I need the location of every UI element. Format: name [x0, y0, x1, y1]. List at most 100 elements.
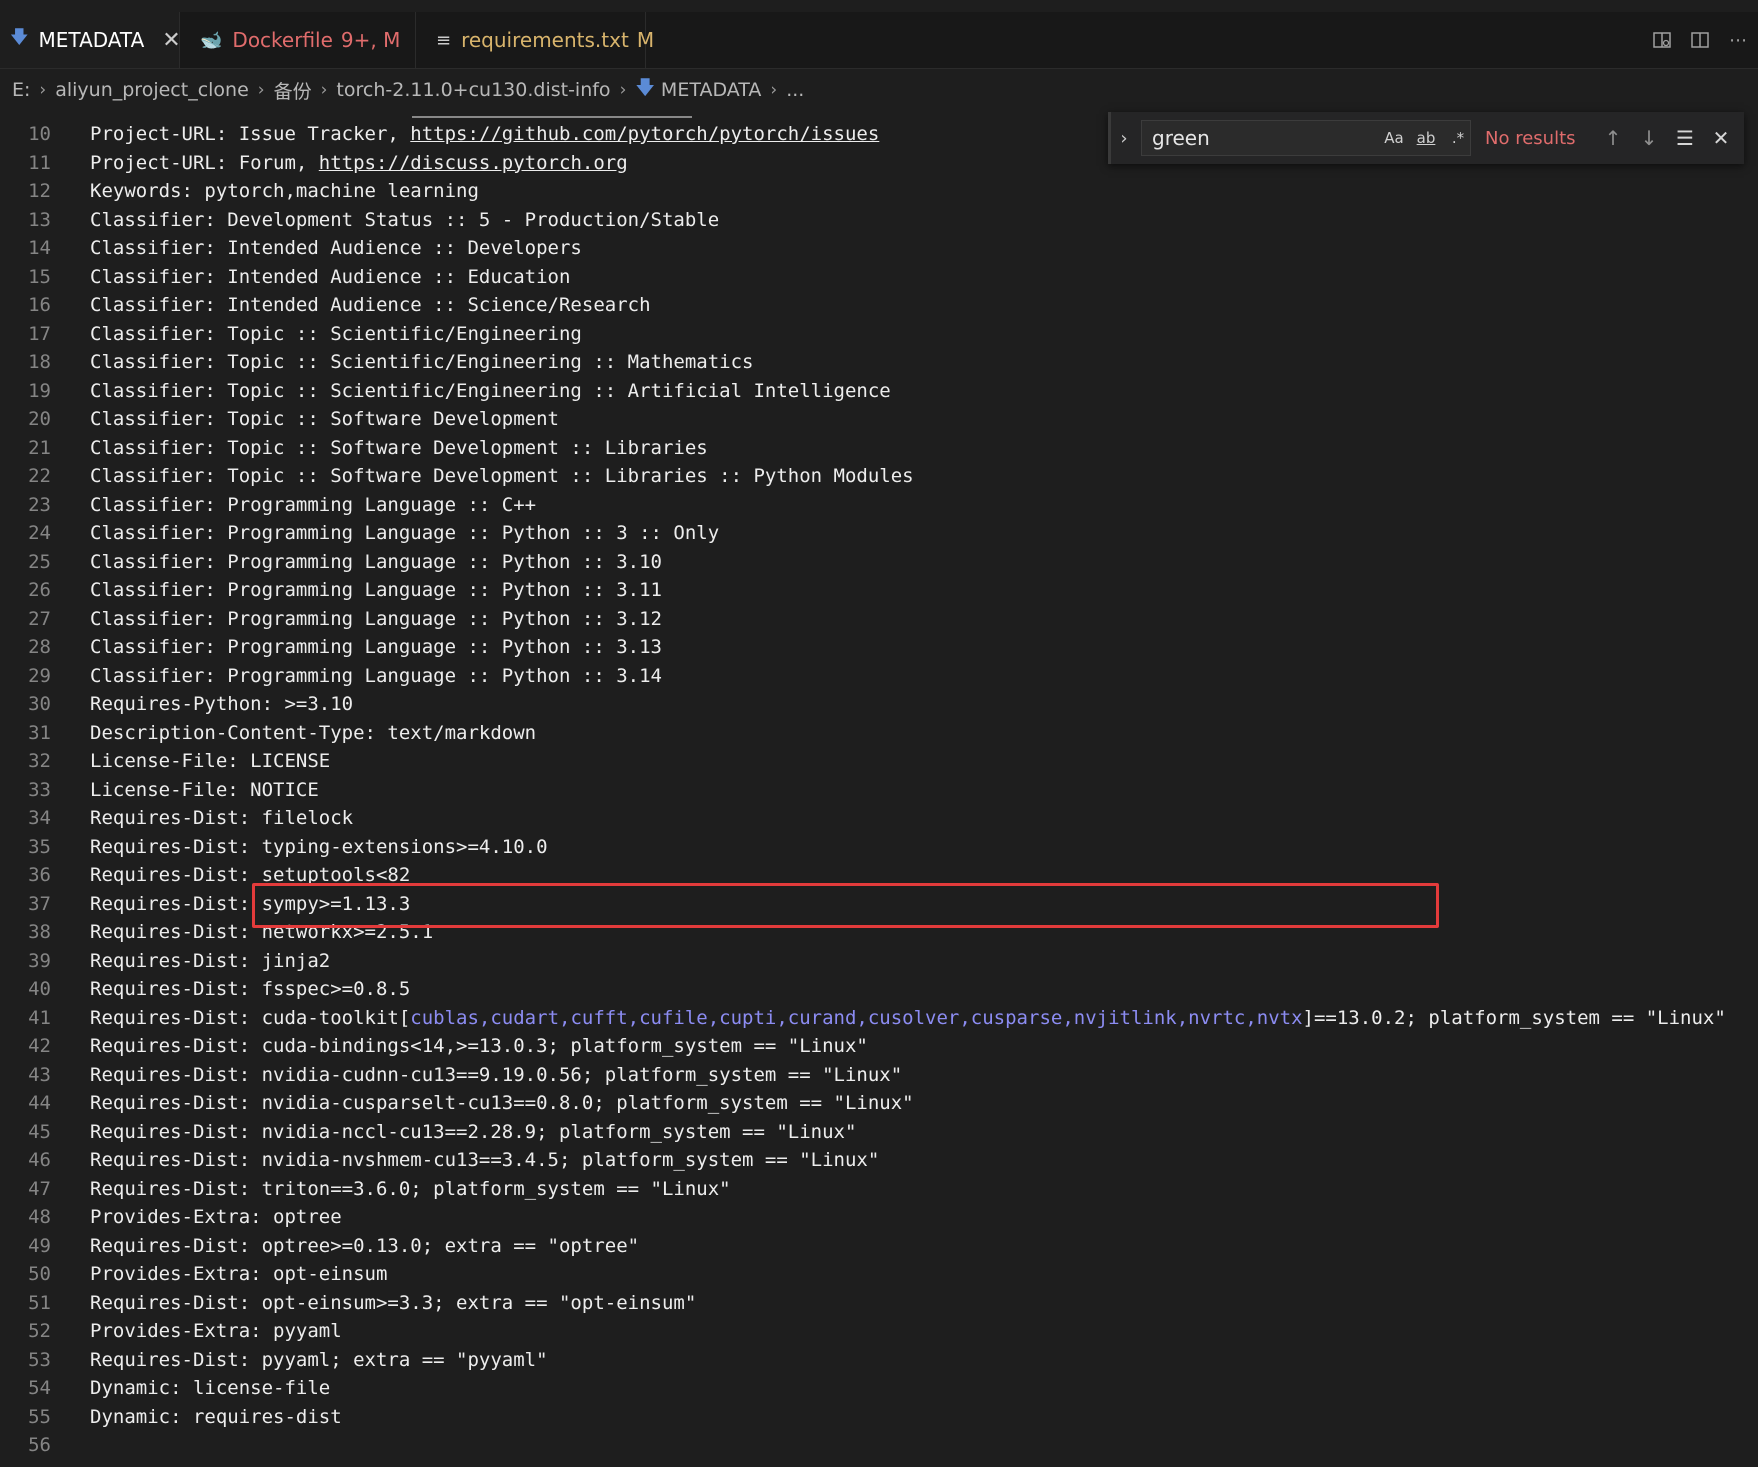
url-link[interactable]: https://github.com/pytorch/pytorch/issue… [410, 123, 879, 145]
code-editor[interactable]: 10 Project-URL: Issue Tracker, https://gi… [0, 112, 1758, 1467]
breadcrumb-symbols[interactable]: ... [786, 79, 804, 101]
close-find-icon[interactable]: ✕ [1703, 126, 1739, 150]
code-line[interactable]: 37 Requires-Dist: sympy>=1.13.3 [0, 890, 1758, 919]
line-number: 38 [28, 921, 51, 943]
code-text: Requires-Dist: optree>=0.13.0; extra == … [90, 1232, 639, 1261]
match-case-button[interactable]: Aa [1382, 129, 1406, 147]
line-number: 29 [28, 664, 51, 687]
line-number: 23 [28, 493, 51, 516]
code-token: Requires-Python: >=3.10 [90, 693, 354, 715]
code-line[interactable]: 41 Requires-Dist: cuda-toolkit[cublas,cud… [0, 1004, 1758, 1033]
code-line[interactable]: 31 Description-Content-Type: text/markdow… [0, 719, 1758, 748]
code-line[interactable]: 39 Requires-Dist: jinja2 [0, 947, 1758, 976]
find-input[interactable] [1150, 125, 1374, 151]
breadcrumb-folder[interactable]: torch-2.11.0+cu130.dist-info [336, 79, 610, 101]
code-text: Classifier: Topic :: Software Developmen… [90, 405, 559, 434]
code-text: License-File: NOTICE [90, 776, 319, 805]
code-line[interactable]: 53 Requires-Dist: pyyaml; extra == "pyyam… [0, 1346, 1758, 1375]
code-line[interactable]: 29 Classifier: Programming Language :: Py… [0, 662, 1758, 691]
code-token: Provides-Extra: optree [90, 1206, 342, 1228]
tab-metadata[interactable]: 🡇 METADATA ✕ [0, 12, 181, 68]
url-link[interactable]: https://discuss.pytorch.org [319, 152, 628, 174]
find-in-selection-icon[interactable]: ☰ [1667, 126, 1703, 150]
code-line[interactable]: 45 Requires-Dist: nvidia-nccl-cu13==2.28.… [0, 1118, 1758, 1147]
code-text: Provides-Extra: optree [90, 1203, 342, 1232]
code-line[interactable]: 20 Classifier: Topic :: Software Developm… [0, 405, 1758, 434]
chevron-right-icon: › [770, 80, 778, 100]
code-line[interactable]: 43 Requires-Dist: nvidia-cudnn-cu13==9.19… [0, 1061, 1758, 1090]
code-line[interactable]: 14 Classifier: Intended Audience :: Devel… [0, 234, 1758, 263]
code-line[interactable]: 21 Classifier: Topic :: Software Developm… [0, 434, 1758, 463]
tab-dockerfile[interactable]: 🐋 Dockerfile 9+, M [180, 12, 416, 68]
code-line[interactable]: 56 [0, 1431, 1758, 1460]
tab-requirements[interactable]: ≡ requirements.txt M [416, 12, 654, 68]
code-text: Requires-Dist: triton==3.6.0; platform_s… [90, 1175, 731, 1204]
code-line[interactable]: 40 Requires-Dist: fsspec>=0.8.5 [0, 975, 1758, 1004]
code-token: Requires-Dist: nvidia-cusparselt-cu13==0… [90, 1092, 914, 1114]
code-line[interactable]: 18 Classifier: Topic :: Scientific/Engine… [0, 348, 1758, 377]
code-line[interactable]: 24 Classifier: Programming Language :: Py… [0, 519, 1758, 548]
code-line[interactable]: 13 Classifier: Development Status :: 5 - … [0, 206, 1758, 235]
code-line[interactable]: 49 Requires-Dist: optree>=0.13.0; extra =… [0, 1232, 1758, 1261]
code-line[interactable]: 16 Classifier: Intended Audience :: Scien… [0, 291, 1758, 320]
previous-match-arrow-up-icon[interactable]: ↑ [1595, 126, 1631, 150]
code-line[interactable]: 26 Classifier: Programming Language :: Py… [0, 576, 1758, 605]
close-icon[interactable]: ✕ [162, 28, 180, 53]
line-number: 42 [28, 1035, 51, 1057]
breadcrumb-folder[interactable]: 备份 [274, 77, 312, 104]
code-line[interactable]: 35 Requires-Dist: typing-extensions>=4.10… [0, 833, 1758, 862]
code-line[interactable]: 54 Dynamic: license-file [0, 1374, 1758, 1403]
regex-button[interactable]: .* [1446, 129, 1470, 147]
code-text: Requires-Dist: nvidia-nccl-cu13==2.28.9;… [90, 1118, 856, 1147]
code-line[interactable]: 22 Classifier: Topic :: Software Developm… [0, 462, 1758, 491]
code-line[interactable]: 46 Requires-Dist: nvidia-nvshmem-cu13==3.… [0, 1146, 1758, 1175]
breadcrumb-file[interactable]: METADATA [661, 79, 761, 101]
whole-word-button[interactable]: ab [1414, 129, 1438, 147]
split-editor-icon[interactable] [1688, 28, 1712, 52]
code-line[interactable]: 48 Provides-Extra: optree [0, 1203, 1758, 1232]
more-actions-icon[interactable]: ⋯ [1726, 28, 1750, 52]
code-line[interactable]: 50 Provides-Extra: opt-einsum [0, 1260, 1758, 1289]
code-line[interactable]: 34 Requires-Dist: filelock [0, 804, 1758, 833]
line-number: 14 [28, 237, 51, 259]
breadcrumb-folder[interactable]: aliyun_project_clone [55, 79, 249, 101]
code-token: Description-Content-Type: text/markdown [90, 721, 537, 744]
code-text: Project-URL: Forum, https://discuss.pyto… [90, 149, 628, 178]
code-line[interactable]: 25 Classifier: Programming Language :: Py… [0, 548, 1758, 577]
code-line[interactable]: 27 Classifier: Programming Language :: Py… [0, 605, 1758, 634]
code-line[interactable]: 28 Classifier: Programming Language :: Py… [0, 633, 1758, 662]
code-line[interactable]: 12 Keywords: pytorch,machine learning [0, 177, 1758, 206]
code-line[interactable]: 42 Requires-Dist: cuda-bindings<14,>=13.0… [0, 1032, 1758, 1061]
next-match-arrow-down-icon[interactable]: ↓ [1631, 126, 1667, 150]
code-line[interactable]: 38 Requires-Dist: networkx>=2.5.1 [0, 918, 1758, 947]
toggle-replace-chevron-icon[interactable]: › [1111, 128, 1137, 149]
code-token: Requires-Dist: setuptools<82 [90, 864, 411, 886]
code-line[interactable]: 15 Classifier: Intended Audience :: Educa… [0, 263, 1758, 292]
code-line[interactable]: 23 Classifier: Programming Language :: C+… [0, 491, 1758, 520]
code-line[interactable]: 36 Requires-Dist: setuptools<82 [0, 861, 1758, 890]
code-line[interactable]: 19 Classifier: Topic :: Scientific/Engine… [0, 377, 1758, 406]
line-number: 19 [28, 379, 51, 402]
line-number: 53 [28, 1348, 51, 1371]
breadcrumb-drive[interactable]: E: [12, 79, 30, 101]
line-number: 27 [28, 607, 51, 630]
code-token: Requires-Dist: nvidia-nccl-cu13==2.28.9;… [90, 1120, 857, 1143]
code-line[interactable]: 55 Dynamic: requires-dist [0, 1403, 1758, 1432]
code-line[interactable]: 33 License-File: NOTICE [0, 776, 1758, 805]
code-text: Requires-Dist: nvidia-cusparselt-cu13==0… [90, 1089, 914, 1118]
line-number: 43 [28, 1063, 51, 1086]
line-number: 16 [28, 294, 51, 316]
line-number: 40 [28, 978, 51, 1000]
line-number: 44 [28, 1092, 51, 1114]
code-line[interactable]: 44 Requires-Dist: nvidia-cusparselt-cu13=… [0, 1089, 1758, 1118]
code-line[interactable]: 52 Provides-Extra: pyyaml [0, 1317, 1758, 1346]
code-line[interactable]: 17 Classifier: Topic :: Scientific/Engine… [0, 320, 1758, 349]
line-number: 39 [28, 949, 51, 972]
code-line[interactable]: 32 License-File: LICENSE [0, 747, 1758, 776]
code-line[interactable]: 30 Requires-Python: >=3.10 [0, 690, 1758, 719]
code-line[interactable]: 51 Requires-Dist: opt-einsum>=3.3; extra … [0, 1289, 1758, 1318]
code-line[interactable]: 47 Requires-Dist: triton==3.6.0; platform… [0, 1175, 1758, 1204]
line-number: 11 [28, 151, 51, 174]
code-token: Classifier: Intended Audience :: Educati… [90, 265, 571, 288]
open-preview-icon[interactable] [1650, 28, 1674, 52]
